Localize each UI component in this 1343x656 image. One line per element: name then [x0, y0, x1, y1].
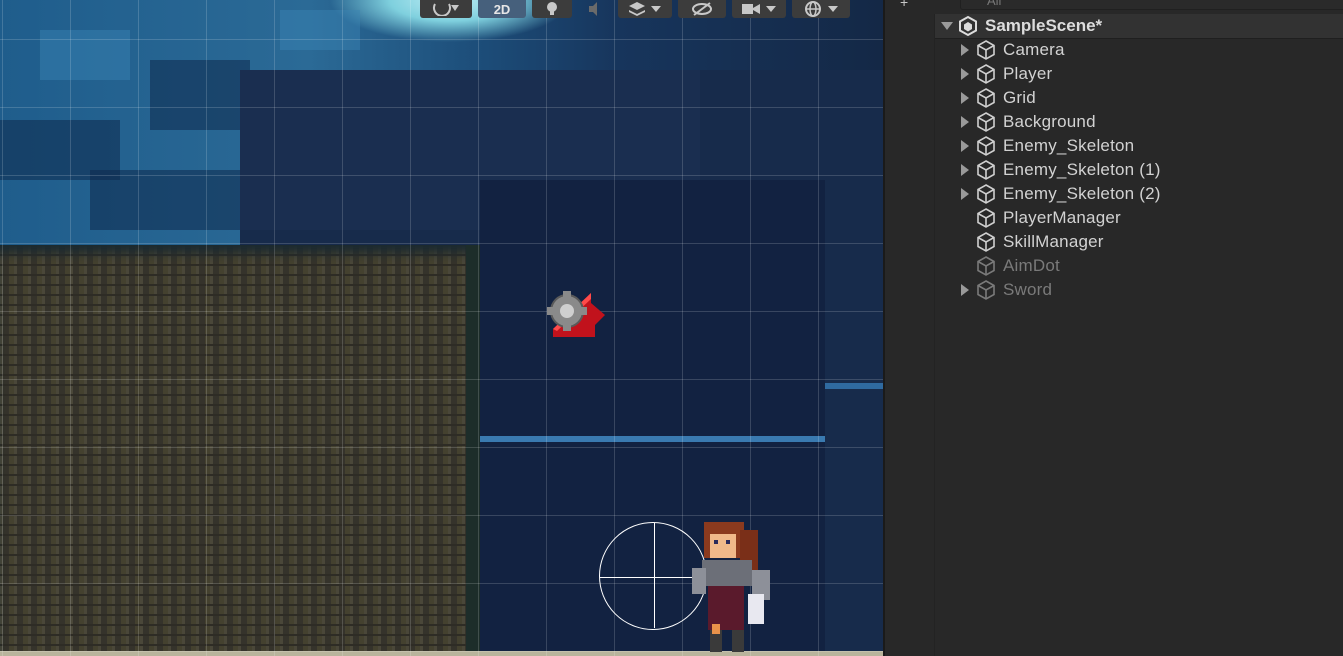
effects-dropdown[interactable]	[618, 0, 672, 18]
hierarchy-item[interactable]: AimDot	[935, 254, 1060, 278]
hierarchy-item[interactable]: PlayerManager	[935, 206, 1121, 230]
brick-wall-tilemap	[0, 245, 478, 656]
hierarchy-item[interactable]: Background	[935, 110, 1096, 134]
layers-icon	[629, 2, 645, 16]
expand-arrow-icon[interactable]	[961, 188, 969, 200]
expand-arrow-icon	[961, 236, 969, 248]
cube-icon	[977, 40, 995, 60]
hierarchy-item-label: Grid	[1003, 88, 1036, 107]
hierarchy-item-label: SkillManager	[1003, 232, 1104, 251]
gizmos-dropdown[interactable]	[792, 0, 850, 18]
expand-arrow-icon[interactable]	[961, 44, 969, 56]
orbit-icon	[433, 3, 459, 16]
brick-wall-edge	[466, 245, 480, 656]
hierarchy-search-input[interactable]: All	[960, 0, 1343, 10]
scene-root-row[interactable]: SampleScene*	[935, 14, 1343, 39]
cube-icon	[977, 160, 995, 180]
hidden-eye-icon	[692, 2, 712, 16]
expand-arrow-icon[interactable]	[961, 140, 969, 152]
expand-arrow-icon[interactable]	[961, 116, 969, 128]
hierarchy-item[interactable]: Sword	[935, 278, 1052, 302]
hierarchy-item[interactable]: Grid	[935, 86, 1036, 110]
hierarchy-item-label: Camera	[1003, 40, 1065, 59]
cube-icon	[977, 184, 995, 204]
camera-icon	[742, 4, 760, 14]
chevron-down-icon	[828, 6, 838, 12]
hierarchy-item-label: Enemy_Skeleton (2)	[1003, 184, 1161, 203]
light-bulb-icon	[547, 2, 557, 15]
cube-icon	[977, 88, 995, 108]
stone-ledge	[825, 383, 883, 389]
expand-arrow-icon	[961, 212, 969, 224]
hierarchy-item[interactable]: Enemy_Skeleton (1)	[935, 158, 1161, 182]
hierarchy-toolbar: + All	[885, 0, 1343, 12]
cube-icon	[977, 136, 995, 156]
hierarchy-item-label: Enemy_Skeleton (1)	[1003, 160, 1161, 179]
player-sprite[interactable]	[688, 518, 776, 656]
cube-icon	[977, 64, 995, 84]
hierarchy-item[interactable]: Player	[935, 62, 1052, 86]
hierarchy-panel: + All SampleScene* Camera Player Grid Backg…	[883, 0, 1343, 656]
sky-pixels	[90, 170, 240, 230]
hierarchy-item-label: Background	[1003, 112, 1096, 131]
hierarchy-item-label: AimDot	[1003, 256, 1060, 275]
unity-scene-icon	[959, 15, 977, 37]
scene-toolbar: 2D	[420, 0, 850, 18]
audio-mute-icon	[589, 2, 597, 16]
stone-ledge	[480, 436, 825, 442]
hierarchy-item-label: Player	[1003, 64, 1053, 83]
hierarchy-gutter	[885, 14, 935, 656]
hierarchy-item[interactable]: Camera	[935, 38, 1065, 62]
hierarchy-item[interactable]: SkillManager	[935, 230, 1104, 254]
sky-pixels	[40, 30, 130, 80]
cube-icon	[977, 208, 995, 228]
hierarchy-item-label: Sword	[1003, 280, 1053, 299]
chevron-down-icon	[651, 6, 661, 12]
gizmo-globe-icon	[805, 1, 821, 17]
scene-visibility-toggle[interactable]	[678, 0, 726, 18]
crosshair-vertical	[654, 523, 655, 628]
hierarchy-item-label: Enemy_Skeleton	[1003, 136, 1135, 155]
add-object-button[interactable]: +	[900, 0, 908, 10]
sky-pixels	[280, 10, 360, 50]
lighting-toggle[interactable]	[532, 0, 572, 18]
scene-view[interactable]: 2D	[0, 0, 883, 656]
expand-arrow-icon[interactable]	[961, 68, 969, 80]
hierarchy-item[interactable]: Enemy_Skeleton (2)	[935, 182, 1161, 206]
cube-icon	[977, 112, 995, 132]
cube-icon	[977, 232, 995, 252]
draw-mode-button[interactable]	[420, 0, 472, 18]
chevron-down-icon	[766, 6, 776, 12]
cube-icon	[977, 280, 995, 300]
collapse-arrow-icon[interactable]	[941, 22, 953, 30]
sky-pixels	[150, 60, 250, 130]
expand-arrow-icon[interactable]	[961, 164, 969, 176]
expand-arrow-icon[interactable]	[961, 92, 969, 104]
cube-icon	[977, 256, 995, 276]
camera-settings-dropdown[interactable]	[732, 0, 786, 18]
mode-2d-button[interactable]: 2D	[478, 0, 526, 18]
hierarchy-item-label: PlayerManager	[1003, 208, 1121, 227]
expand-arrow-icon[interactable]	[961, 284, 969, 296]
expand-arrow-icon	[961, 260, 969, 272]
scene-name: SampleScene*	[985, 16, 1103, 35]
camera-gizmo-icon[interactable]	[543, 285, 605, 339]
hierarchy-item[interactable]: Enemy_Skeleton	[935, 134, 1134, 158]
audio-toggle[interactable]	[578, 0, 612, 18]
